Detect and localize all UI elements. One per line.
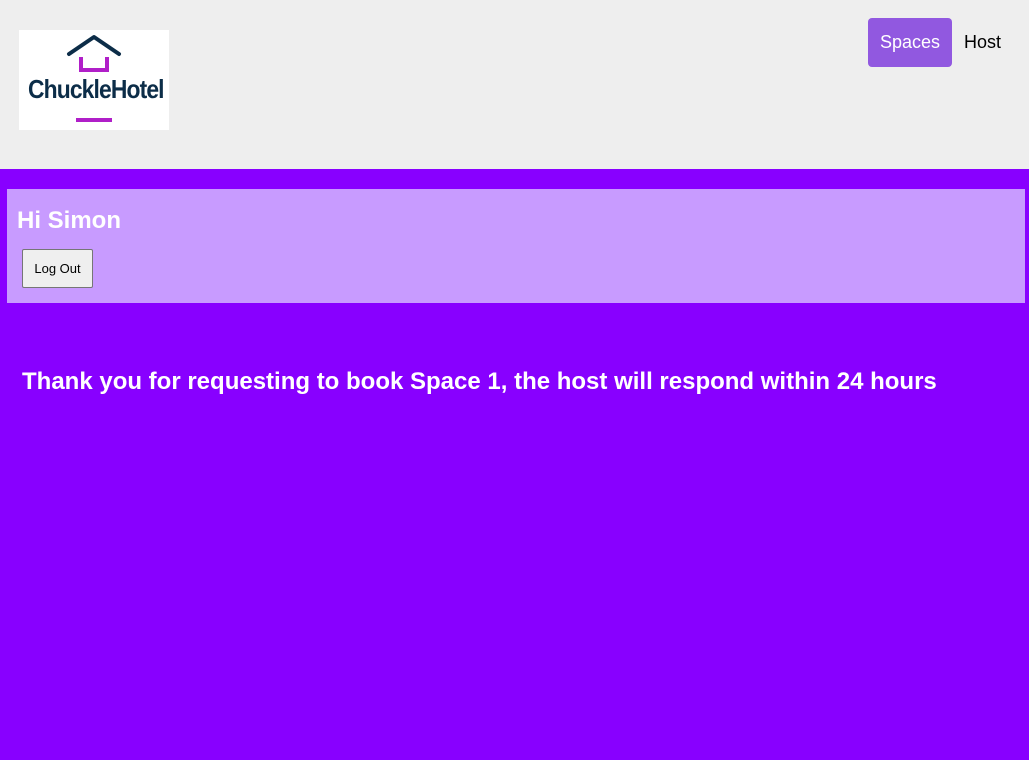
top-nav: Spaces Host	[867, 18, 1013, 67]
logout-button[interactable]: Log Out	[22, 249, 93, 288]
booking-confirmation-message: Thank you for requesting to book Space 1…	[22, 368, 937, 395]
greeting-heading: Hi Simon	[17, 207, 122, 234]
nav-item-host[interactable]: Host	[952, 18, 1013, 67]
nav-item-spaces[interactable]: Spaces	[867, 18, 952, 67]
logo[interactable]: ChuckleHotel	[19, 30, 169, 130]
user-panel: Hi Simon Log Out	[7, 189, 1025, 303]
logo-text: ChuckleHotel	[28, 74, 165, 104]
header: ChuckleHotel Spaces Host	[0, 0, 1029, 169]
